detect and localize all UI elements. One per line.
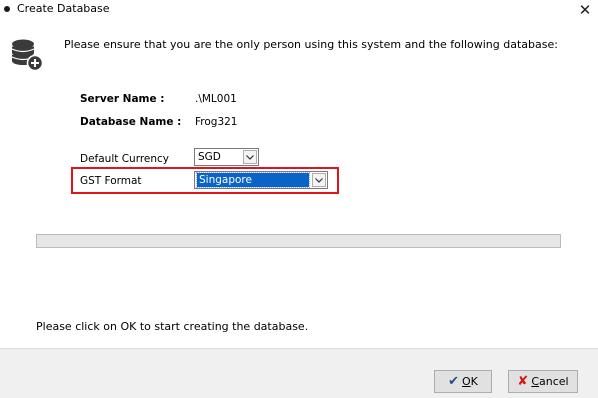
database-name-label: Database Name :: [80, 116, 182, 128]
x-icon: ✘: [517, 373, 529, 389]
default-currency-value: SGD: [198, 151, 221, 163]
app-icon: [4, 6, 10, 12]
close-button[interactable]: ✕: [576, 0, 594, 20]
database-name-value: Frog321: [195, 116, 238, 128]
window-title: Create Database: [17, 2, 110, 15]
button-bar: ✔ OK ✘ Cancel: [0, 348, 598, 398]
chevron-down-icon[interactable]: [312, 173, 326, 187]
server-name-value: .\ML001: [195, 93, 237, 105]
gst-format-label: GST Format: [80, 175, 142, 187]
default-currency-label: Default Currency: [80, 153, 170, 165]
checkmark-icon: ✔: [448, 373, 459, 389]
chevron-down-icon[interactable]: [243, 150, 257, 164]
progress-bar: [36, 234, 561, 248]
cancel-button[interactable]: ✘ Cancel: [508, 370, 578, 393]
database-add-icon: [11, 39, 44, 72]
cancel-button-label: Cancel: [531, 374, 569, 388]
title-bar: Create Database ✕: [0, 0, 598, 20]
intro-text: Please ensure that you are the only pers…: [64, 38, 558, 51]
default-currency-select[interactable]: SGD: [194, 148, 259, 166]
ok-button-label: OK: [462, 374, 478, 388]
gst-format-value: Singapore: [196, 172, 310, 188]
gst-format-select[interactable]: Singapore: [194, 171, 328, 189]
ok-button[interactable]: ✔ OK: [434, 370, 492, 393]
server-name-label: Server Name :: [80, 93, 165, 105]
create-database-dialog: Create Database ✕ Please ensure that you…: [0, 0, 598, 398]
instruction-message: Please click on OK to start creating the…: [36, 320, 309, 333]
